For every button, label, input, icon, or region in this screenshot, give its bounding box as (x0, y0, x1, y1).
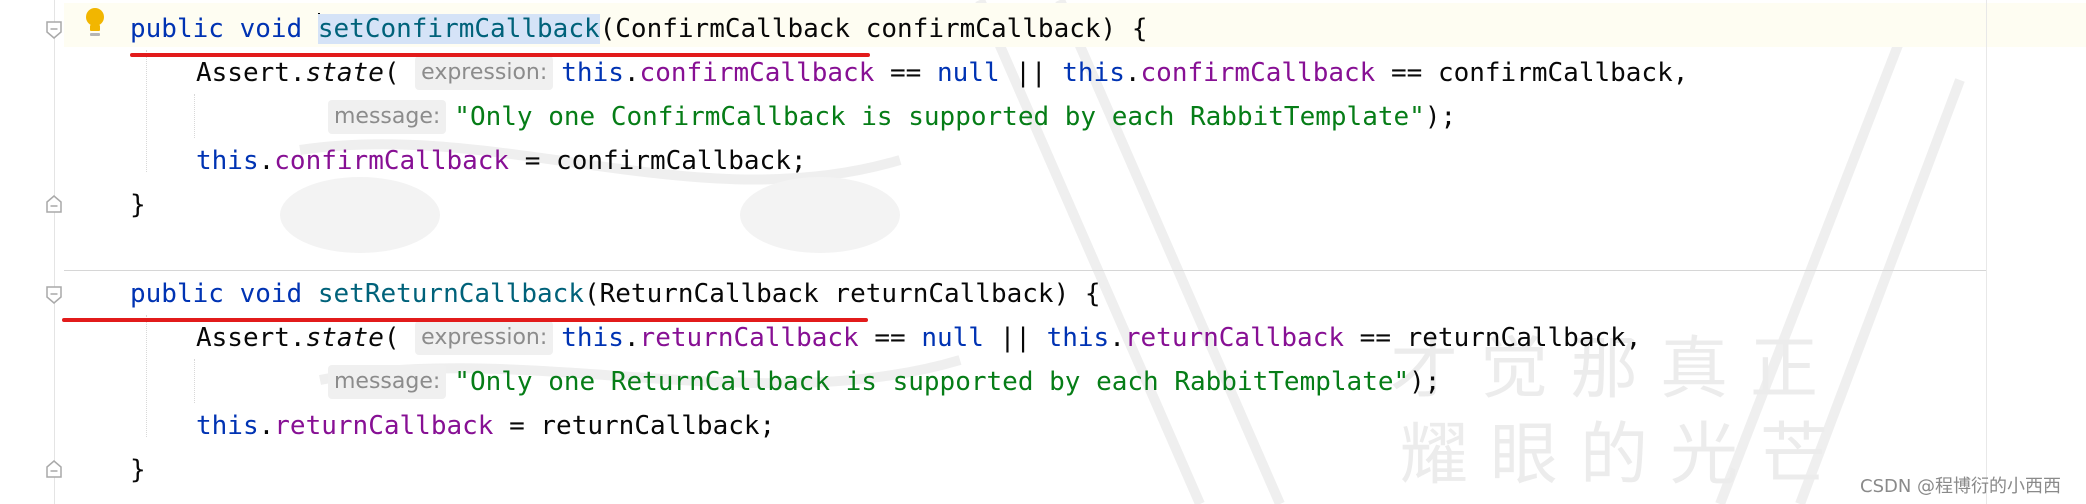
operator-or: || (983, 323, 1047, 353)
parameter-hint-message: message: (328, 100, 447, 134)
dot: . (623, 323, 640, 353)
indent-guide (194, 359, 195, 403)
assert-method: state (305, 323, 384, 353)
parameter-hint-expression: expression: (415, 321, 554, 355)
paren-close: ); (1424, 102, 1457, 132)
paren-open: ( (383, 58, 400, 88)
assert-class: Assert. (196, 323, 306, 353)
code-line-1[interactable]: public void setConfirmCallback(ConfirmCa… (130, 7, 1148, 51)
keyword-this: this (561, 58, 624, 88)
code-line-7[interactable]: public void setReturnCallback(ReturnCall… (130, 272, 1101, 316)
indent-guide (146, 315, 147, 437)
watermark-line2: 耀眼的光芒 (1400, 416, 1850, 495)
editor-gutter (0, 0, 64, 504)
keyword-null: null (921, 323, 984, 353)
operator-eq: == (874, 58, 937, 88)
keyword-void: void (239, 279, 303, 309)
keyword-null: null (936, 58, 1000, 88)
csdn-credit: CSDN @程博衍的小西西 (1860, 476, 2062, 497)
keyword-this: this (1062, 58, 1125, 88)
gutter-border (54, 0, 55, 504)
fold-icon[interactable] (46, 460, 62, 478)
paren-close: ); (1409, 367, 1441, 397)
parameter-hint-expression: expression: (415, 56, 554, 90)
code-line-5[interactable]: } (130, 183, 146, 227)
keyword-this: this (561, 323, 624, 353)
keyword-this: this (196, 146, 259, 176)
keyword-void: void (239, 14, 303, 44)
assert-class: Assert. (196, 58, 306, 88)
code-line-8[interactable]: Assert.state( expression: this.returnCall… (196, 316, 1641, 360)
keyword-this: this (196, 411, 259, 441)
keyword-public: public (130, 14, 224, 44)
right-margin-guide (1986, 0, 1987, 504)
assert-method: state (305, 58, 384, 88)
operator-eq-param: == confirmCallback, (1375, 58, 1689, 88)
method-separator (64, 270, 1986, 271)
string-literal-message: "Only one ReturnCallback is supported by… (454, 367, 1410, 397)
code-line-9[interactable]: message: "Only one ReturnCallback is supp… (328, 360, 1440, 404)
operator-or: || (999, 58, 1063, 88)
assignment: = confirmCallback; (509, 146, 807, 176)
code-line-11[interactable]: } (130, 448, 146, 492)
fold-icon[interactable] (46, 286, 62, 304)
dot: . (1109, 323, 1125, 353)
operator-eq: == (858, 323, 922, 353)
keyword-public: public (130, 279, 224, 309)
close-brace: } (130, 455, 146, 485)
field-returnCallback: returnCallback (639, 323, 859, 353)
parameter-hint-message: message: (328, 365, 447, 399)
method-name-setReturnCallback[interactable]: setReturnCallback (318, 279, 584, 309)
string-literal-message: "Only one ConfirmCallback is supported b… (454, 102, 1425, 132)
code-line-2[interactable]: Assert.state( expression: this.confirmCal… (196, 51, 1688, 95)
method-params: (ReturnCallback returnCallback) { (583, 279, 1101, 309)
field-confirmCallback: confirmCallback (639, 58, 875, 88)
dot: . (258, 146, 275, 176)
paren-open: ( (383, 323, 400, 353)
fold-icon[interactable] (46, 195, 62, 213)
fold-icon[interactable] (46, 21, 62, 39)
field-returnCallback: returnCallback (274, 411, 494, 441)
operator-eq-param: == returnCallback, (1344, 323, 1642, 353)
dot: . (1124, 58, 1141, 88)
red-annotation-underline (62, 318, 868, 322)
red-annotation-underline (130, 53, 870, 57)
dot: . (623, 58, 640, 88)
code-line-4[interactable]: this.confirmCallback = confirmCallback; (196, 139, 807, 183)
intention-bulb-icon[interactable] (84, 6, 106, 40)
field-confirmCallback: confirmCallback (1140, 58, 1376, 88)
close-brace: } (130, 190, 146, 220)
field-returnCallback: returnCallback (1124, 323, 1345, 353)
keyword-this: this (1046, 323, 1110, 353)
indent-guide (194, 94, 195, 138)
field-confirmCallback: confirmCallback (274, 146, 510, 176)
method-name-setConfirmCallback[interactable]: setConfirmCallback (317, 14, 600, 44)
indent-guide (146, 50, 147, 172)
assignment: = returnCallback; (493, 411, 776, 441)
code-line-10[interactable]: this.returnCallback = returnCallback; (196, 404, 775, 448)
code-line-3[interactable]: message: "Only one ConfirmCallback is sup… (328, 95, 1456, 139)
method-params: (ConfirmCallback confirmCallback) { (599, 14, 1148, 44)
dot: . (258, 411, 275, 441)
